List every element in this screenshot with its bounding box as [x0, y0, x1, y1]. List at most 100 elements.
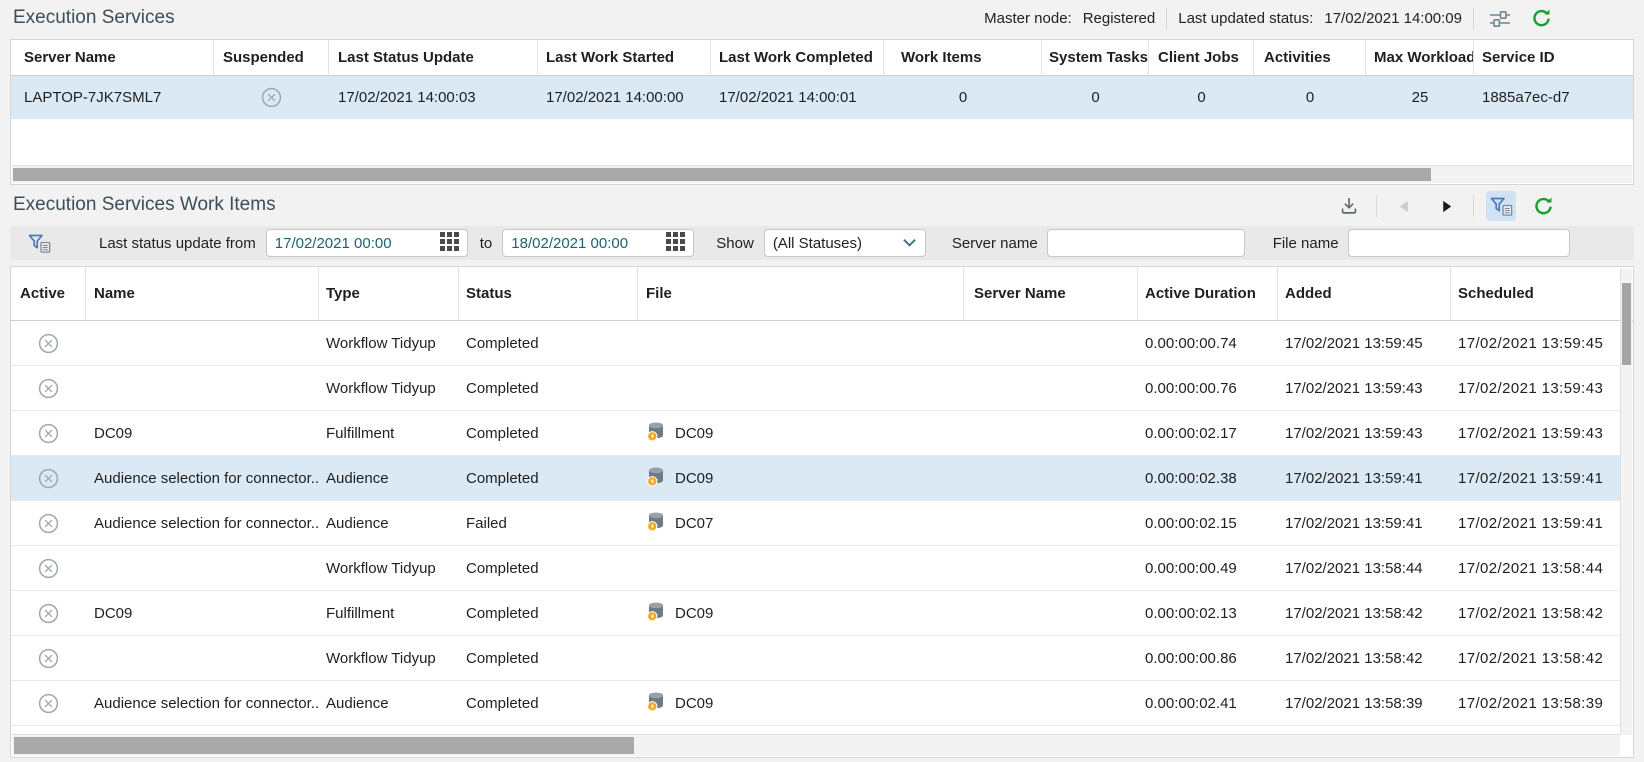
- divider: [1166, 8, 1167, 30]
- cell-work-items: 0: [884, 76, 1042, 119]
- work-item-row[interactable]: Workflow TidyupCompleted0.00:00:00.8617/…: [11, 636, 1620, 681]
- circle-x-icon: [260, 86, 283, 109]
- column-header-work-items[interactable]: Work Items: [884, 40, 1042, 75]
- cell-type: Workflow Tidyup: [319, 321, 459, 365]
- cell-suspended-icon: [214, 76, 329, 119]
- refresh-icon[interactable]: [1526, 4, 1556, 34]
- cell-active-icon: [11, 321, 86, 365]
- divider: [1376, 195, 1377, 217]
- work-item-row[interactable]: Audience selection for connector...Audie…: [11, 501, 1620, 546]
- download-icon[interactable]: [1334, 191, 1364, 221]
- services-horizontal-scrollbar-thumb[interactable]: [13, 168, 1431, 181]
- cell-type: Audience: [319, 456, 459, 500]
- services-horizontal-scrollbar: [12, 165, 1632, 183]
- cell-activities: 0: [1254, 76, 1366, 119]
- work-item-row[interactable]: Audience selection for connector...Audie…: [11, 681, 1620, 726]
- cell-active-duration: 0.00:00:02.17: [1138, 411, 1278, 455]
- cell-active-icon: [11, 366, 86, 410]
- work-item-row[interactable]: Audience selection for connector...Audie…: [11, 456, 1620, 501]
- cell-status: Completed: [459, 411, 638, 455]
- next-page-icon[interactable]: [1431, 191, 1461, 221]
- cell-scheduled: 17/02/2021 13:59:41: [1451, 456, 1620, 500]
- work-items-vertical-scrollbar-thumb[interactable]: [1622, 283, 1631, 365]
- database-icon: [646, 601, 666, 626]
- column-header-active-duration[interactable]: Active Duration: [1138, 267, 1278, 320]
- column-header-added[interactable]: Added: [1278, 267, 1451, 320]
- column-header-file[interactable]: File: [638, 267, 964, 320]
- work-items-vertical-scrollbar: [1620, 269, 1632, 735]
- work-item-row[interactable]: Workflow TidyupCompleted0.00:00:00.4917/…: [11, 546, 1620, 591]
- cell-server-name: LAPTOP-7JK7SML7: [11, 76, 214, 119]
- cell-name: Audience selection for connector...: [86, 681, 319, 725]
- cell-name: Audience selection for connector...: [86, 501, 319, 545]
- calendar-grid-icon[interactable]: [440, 232, 459, 255]
- divider: [1473, 8, 1474, 30]
- file-name-label: File name: [1273, 235, 1339, 252]
- cell-name: [86, 366, 319, 410]
- work-item-row[interactable]: DC09FulfillmentCompletedDC090.00:00:02.1…: [11, 411, 1620, 456]
- column-header-last-work-completed[interactable]: Last Work Completed: [711, 40, 884, 75]
- column-header-name[interactable]: Name: [86, 267, 319, 320]
- work-items-titlebar: Execution Services Work Items: [0, 185, 1644, 226]
- prev-page-icon[interactable]: [1389, 191, 1419, 221]
- show-label: Show: [716, 235, 754, 252]
- column-header-system-tasks[interactable]: System Tasks: [1042, 40, 1149, 75]
- file-name-input[interactable]: [1348, 229, 1570, 257]
- cell-last-work-started: 17/02/2021 14:00:00: [538, 76, 711, 119]
- column-header-status[interactable]: Status: [459, 267, 638, 320]
- cell-active-duration: 0.00:00:02.41: [1138, 681, 1278, 725]
- cell-max-workload: 25: [1366, 76, 1474, 119]
- cell-status: Completed: [459, 321, 638, 365]
- file-name-text: DC07: [675, 515, 713, 532]
- refresh-icon[interactable]: [1528, 191, 1558, 221]
- cell-scheduled: 17/02/2021 13:59:43: [1451, 411, 1620, 455]
- column-header-active[interactable]: Active: [11, 267, 86, 320]
- status-dropdown-value: (All Statuses): [773, 235, 862, 252]
- status-dropdown[interactable]: (All Statuses): [764, 229, 926, 257]
- cell-active-duration: 0.00:00:02.13: [1138, 591, 1278, 635]
- column-header-service-id[interactable]: Service ID: [1474, 40, 1633, 75]
- cell-status: Completed: [459, 366, 638, 410]
- column-header-server-name[interactable]: Server Name: [11, 40, 214, 75]
- work-items-horizontal-scrollbar-thumb[interactable]: [14, 737, 634, 754]
- server-name-input[interactable]: [1047, 229, 1245, 257]
- work-item-row[interactable]: Workflow TidyupCompleted0.00:00:00.7417/…: [11, 321, 1620, 366]
- column-header-type[interactable]: Type: [319, 267, 459, 320]
- column-header-max-workload[interactable]: Max Workload: [1366, 40, 1474, 75]
- column-header-scheduled[interactable]: Scheduled: [1451, 267, 1633, 320]
- circle-x-icon: [37, 467, 60, 490]
- column-header-last-work-started[interactable]: Last Work Started: [538, 40, 711, 75]
- sliders-icon[interactable]: [1485, 4, 1515, 34]
- work-item-row[interactable]: DC09FulfillmentCompletedDC090.00:00:02.1…: [11, 591, 1620, 636]
- from-date-input[interactable]: 17/02/2021 00:00: [266, 229, 468, 257]
- cell-active-duration: 0.00:00:00.76: [1138, 366, 1278, 410]
- database-icon: [646, 511, 666, 536]
- top-bar: Execution Services Master node: Register…: [0, 0, 1644, 37]
- work-items-toolbar: [1334, 189, 1558, 223]
- cell-name: DC09: [86, 411, 319, 455]
- cell-type: Audience: [319, 681, 459, 725]
- last-updated-label: Last updated status:: [1178, 10, 1313, 27]
- cell-added: 17/02/2021 13:58:39: [1278, 681, 1451, 725]
- cell-file: [638, 366, 964, 410]
- calendar-grid-icon[interactable]: [666, 232, 685, 255]
- cell-name: [86, 636, 319, 680]
- column-header-last-status-update[interactable]: Last Status Update: [329, 40, 538, 75]
- circle-x-icon: [37, 422, 60, 445]
- page-title: Execution Services: [13, 7, 175, 29]
- cell-added: 17/02/2021 13:59:43: [1278, 411, 1451, 455]
- column-header-server-name[interactable]: Server Name: [964, 267, 1138, 320]
- column-header-client-jobs[interactable]: Client Jobs: [1149, 40, 1254, 75]
- column-header-suspended[interactable]: Suspended: [214, 40, 329, 75]
- master-node-label: Master node:: [984, 10, 1072, 27]
- filter-toggle-icon[interactable]: [1486, 191, 1516, 221]
- circle-x-icon: [37, 647, 60, 670]
- circle-x-icon: [37, 512, 60, 535]
- cell-file: [638, 321, 964, 365]
- column-header-activities[interactable]: Activities: [1254, 40, 1366, 75]
- services-table-row[interactable]: LAPTOP-7JK7SML717/02/2021 14:00:0317/02/…: [11, 76, 1633, 119]
- from-date-value: 17/02/2021 00:00: [275, 235, 392, 252]
- to-date-input[interactable]: 18/02/2021 00:00: [502, 229, 694, 257]
- divider: [1473, 195, 1474, 217]
- work-item-row[interactable]: Workflow TidyupCompleted0.00:00:00.7617/…: [11, 366, 1620, 411]
